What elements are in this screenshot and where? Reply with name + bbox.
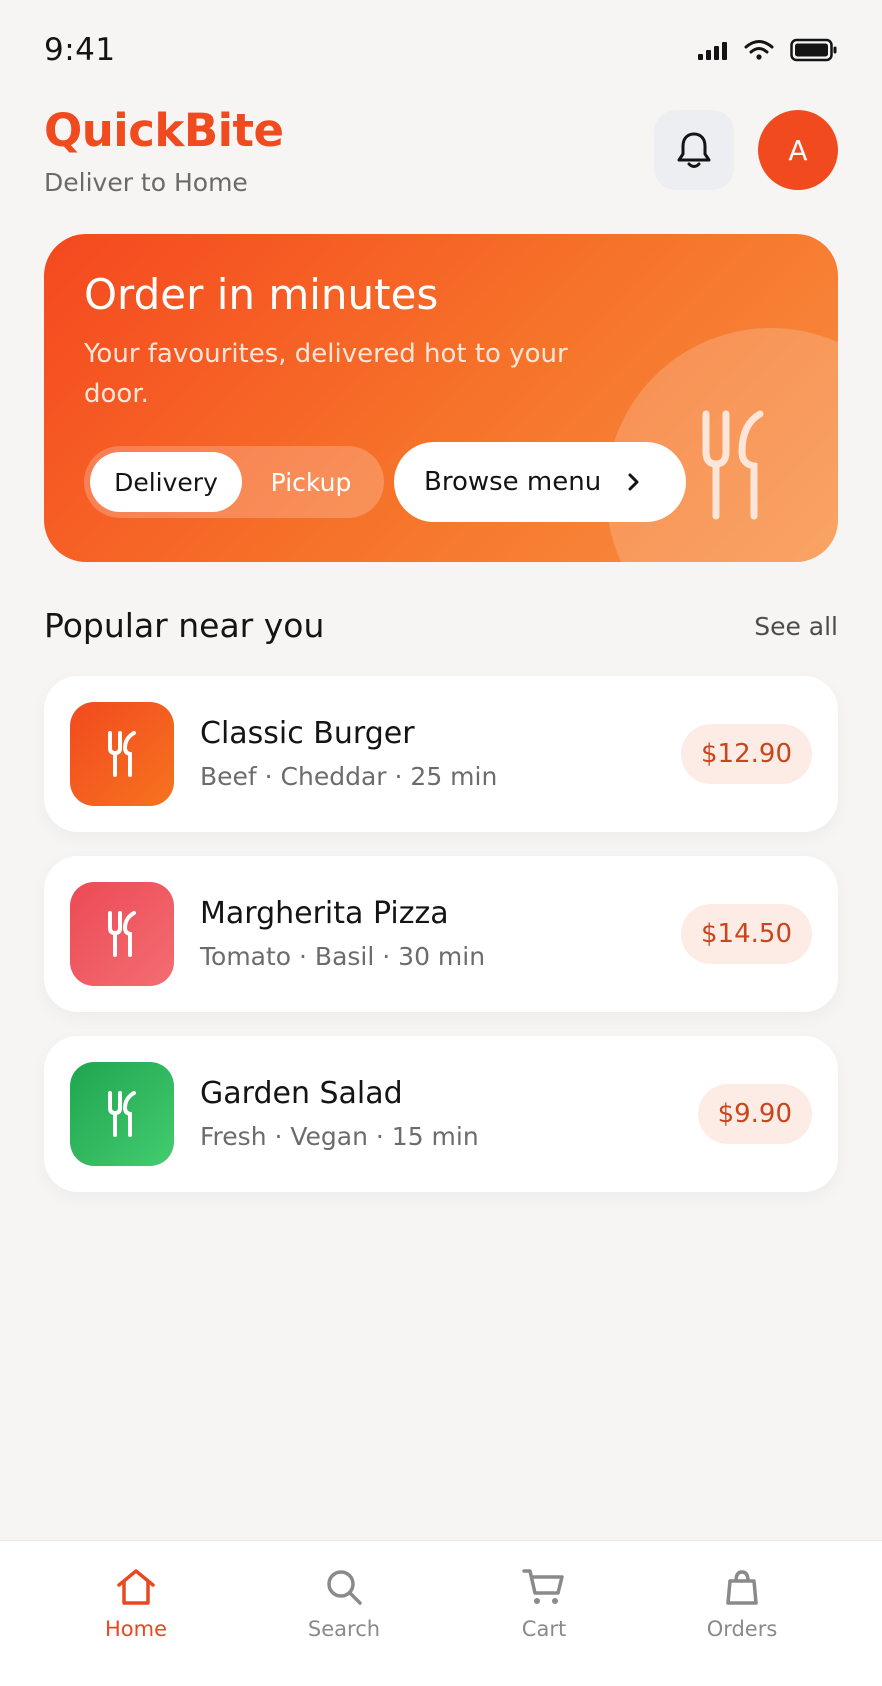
food-meta: Tomato · Basil · 30 min [200,942,486,971]
price-badge: $9.90 [697,1084,812,1144]
brand-title: QuickBite [44,104,284,157]
status-icons [698,38,838,62]
avatar[interactable]: A [758,110,838,190]
price-badge: $14.50 [681,904,812,964]
nav-home[interactable]: Home [66,1567,206,1641]
hero-title: Order in minutes [84,270,439,319]
section-title: Popular near you [44,606,325,645]
delivery-mode-toggle: Delivery Pickup [84,446,384,518]
food-card-classic-burger[interactable]: Classic Burger Beef · Cheddar · 25 min $… [44,676,838,832]
status-bar: 9:41 [0,0,882,100]
notifications-button[interactable] [654,110,734,190]
delivery-location[interactable]: Deliver to Home [44,168,248,197]
status-time: 9:41 [44,32,116,68]
nav-label: Cart [521,1617,567,1641]
food-card-garden-salad[interactable]: Garden Salad Fresh · Vegan · 15 min $9.9… [44,1036,838,1192]
bottom-navigation: Home Search Cart Orders [0,1540,882,1686]
home-icon [117,1569,155,1605]
see-all-link[interactable]: See all [754,612,838,641]
chevron-right-icon [628,473,639,491]
mode-delivery-option[interactable]: Delivery [90,452,242,512]
search-icon [327,1570,362,1605]
bag-icon [726,1570,758,1605]
bell-icon [677,132,711,168]
avatar-initial: A [788,133,808,167]
utensils-icon [108,731,136,777]
food-thumbnail [70,1062,174,1166]
utensils-icon [108,911,136,957]
food-meta: Fresh · Vegan · 15 min [200,1122,479,1151]
signal-icon [698,42,727,60]
food-name: Garden Salad [200,1076,403,1111]
nav-label: Home [104,1617,167,1641]
battery-icon [790,38,837,62]
hero-banner: Order in minutes Your favourites, delive… [44,234,838,562]
food-thumbnail [70,882,174,986]
hero-subtitle: Your favourites, delivered hot to your d… [84,339,568,409]
price-badge: $12.90 [681,724,812,784]
food-thumbnail [70,702,174,806]
nav-label: Orders [706,1617,778,1641]
browse-menu-button[interactable]: Browse menu [394,442,686,522]
nav-label: Search [307,1617,381,1641]
utensils-icon [108,1091,136,1137]
food-name: Margherita Pizza [200,896,449,931]
food-meta: Beef · Cheddar · 25 min [200,762,498,791]
nav-orders[interactable]: Orders [672,1567,812,1641]
food-name: Classic Burger [200,716,415,751]
food-card-margherita-pizza[interactable]: Margherita Pizza Tomato · Basil · 30 min… [44,856,838,1012]
utensils-icon [702,410,764,520]
nav-cart[interactable]: Cart [474,1567,614,1641]
browse-menu-label: Browse menu [424,467,602,497]
wifi-icon [744,40,774,60]
cart-icon [522,1569,564,1604]
nav-search[interactable]: Search [274,1567,414,1641]
mode-pickup-option[interactable]: Pickup [256,452,366,512]
